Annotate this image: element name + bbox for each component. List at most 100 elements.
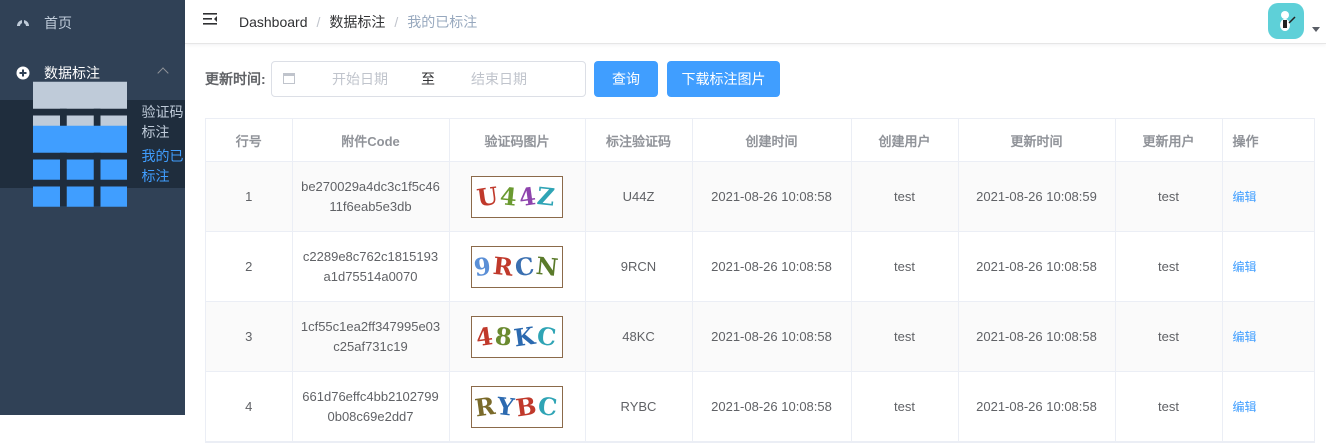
sidebar-item-label: 首页 [44,15,72,31]
table-header-row: 行号 附件Code 验证码图片 标注验证码 创建时间 创建用户 更新时间 更新用… [206,119,1315,162]
hamburger-icon[interactable] [203,12,217,26]
table-row: 2 c2289e8c762c1815193a1d75514a0070 9 R C N 9RC… [206,231,1315,302]
sidebar-item-label: 数据标注 [44,65,100,81]
updated-time-cell: 2021-08-26 10:08:58 [958,301,1116,372]
sidebar-item-my-annotations[interactable]: 我的已标注 [0,125,185,207]
captcha-image[interactable]: 9RCN [471,245,563,288]
column-header: 更新用户 [1115,119,1223,162]
end-date-input[interactable]: 结束日期 [471,69,527,89]
update-time-label: 更新时间: [205,71,266,87]
action-cell: 编辑 [1222,161,1315,232]
sidebar-item-label: 我的已标注 [141,148,184,184]
submenu: 验证码标注 我的已标注 [0,81,185,207]
download-images-button[interactable]: 下载标注图片 [667,61,780,97]
breadcrumb-item-data-annotation[interactable]: 数据标注 [329,14,385,30]
created-time-cell: 2021-08-26 10:08:58 [692,371,852,442]
captcha-glyph: U [475,180,502,212]
table-row: 4 661d76effc4bb21027990b08c69e2dd7 R Y B C RYB… [206,371,1315,442]
column-header: 验证码图片 [449,119,586,162]
updated-time-cell: 2021-08-26 10:08:59 [958,161,1116,232]
updater-cell: test [1115,371,1223,442]
captcha-glyph: K [511,320,539,352]
creator-cell: test [851,371,959,442]
breadcrumb-item-dashboard[interactable]: Dashboard [239,14,308,30]
annotation-table: 行号 附件Code 验证码图片 标注验证码 创建时间 创建用户 更新时间 更新用… [205,118,1315,443]
captcha-image-cell: RYBC [449,371,586,442]
main-content: Dashboard / 数据标注 / 我的已标注 更新时间: 开始日期 至 结束日期 查… [185,0,1326,443]
start-date-input[interactable]: 开始日期 [332,69,388,89]
captcha-glyph: 9 [472,250,495,282]
captcha-image-cell: 48KC [449,301,586,372]
captcha-glyph: Y [495,390,518,422]
edit-link[interactable]: 编辑 [1233,260,1257,274]
creator-cell: test [851,231,959,302]
breadcrumb: Dashboard / 数据标注 / 我的已标注 [239,12,477,32]
column-header: 操作 [1222,119,1315,162]
breadcrumb-item-current: 我的已标注 [407,14,478,30]
sidebar-item-home[interactable]: 首页 [0,0,185,46]
captcha-glyph: 8 [493,320,516,352]
captcha-image[interactable]: RYBC [471,385,563,428]
updated-time-cell: 2021-08-26 10:08:58 [958,371,1116,442]
captcha-glyph: C [536,390,561,422]
avatar-image [1280,11,1296,31]
attachment-code-cell: c2289e8c762c1815193a1d75514a0070 [292,231,450,302]
captcha-image[interactable]: U44Z [471,175,563,218]
row-number-cell: 2 [206,231,293,302]
sidebar-item-label: 验证码标注 [141,104,184,140]
column-header: 标注验证码 [585,119,693,162]
column-header: 更新时间 [958,119,1116,162]
captcha-glyph: N [534,250,562,282]
captcha-glyph: C [512,250,538,282]
edit-link[interactable]: 编辑 [1233,400,1257,414]
column-header: 创建时间 [692,119,852,162]
edit-link[interactable]: 编辑 [1233,190,1257,204]
action-cell: 编辑 [1222,301,1315,372]
attachment-code-cell: be270029a4dc3c1f5c4611f6eab5e3db [292,161,450,232]
chevron-up-icon [157,67,169,79]
query-button[interactable]: 查询 [594,61,658,97]
filter-bar: 更新时间: 开始日期 至 结束日期 [205,61,586,97]
captcha-glyph: R [491,250,517,282]
captcha-image-cell: U44Z [449,161,586,232]
range-separator: 至 [421,71,435,87]
created-time-cell: 2021-08-26 10:08:58 [692,301,852,372]
action-cell: 编辑 [1222,231,1315,302]
row-number-cell: 4 [206,371,293,442]
calendar-icon [283,73,295,84]
creator-cell: test [851,161,959,232]
created-time-cell: 2021-08-26 10:08:58 [692,231,852,302]
attachment-code-cell: 1cf55c1ea2ff347995e03c25af731c19 [292,301,450,372]
updater-cell: test [1115,301,1223,372]
column-header: 行号 [206,119,293,162]
sidebar-item-data-annotation[interactable]: 数据标注 [0,46,185,100]
updater-cell: test [1115,161,1223,232]
creator-cell: test [851,301,959,372]
breadcrumb-separator: / [316,14,321,30]
captcha-label-cell: RYBC [585,371,693,442]
dashboard-icon [17,20,29,26]
row-number-cell: 3 [206,301,293,372]
attachment-code-cell: 661d76effc4bb21027990b08c69e2dd7 [292,371,450,442]
captcha-glyph: Z [535,180,559,212]
plus-circle-icon [16,66,30,80]
navbar: Dashboard / 数据标注 / 我的已标注 [185,0,1326,44]
captcha-label-cell: 9RCN [585,231,693,302]
date-range-picker[interactable]: 开始日期 至 结束日期 [271,61,586,97]
captcha-label-cell: U44Z [585,161,693,232]
captcha-label-cell: 48KC [585,301,693,372]
action-cell: 编辑 [1222,371,1315,442]
table-row: 3 1cf55c1ea2ff347995e03c25af731c19 4 8 K C 48K… [206,301,1315,372]
edit-link[interactable]: 编辑 [1233,330,1257,344]
caret-down-icon[interactable] [1312,27,1320,32]
captcha-image[interactable]: 48KC [471,315,563,358]
column-header: 创建用户 [851,119,959,162]
captcha-glyph: C [535,320,560,352]
avatar[interactable] [1268,3,1304,39]
updater-cell: test [1115,231,1223,302]
breadcrumb-separator: / [394,14,399,30]
column-header: 附件Code [292,119,450,162]
captcha-image-cell: 9RCN [449,231,586,302]
created-time-cell: 2021-08-26 10:08:58 [692,161,852,232]
table-row: 1 be270029a4dc3c1f5c4611f6eab5e3db U 4 4 Z U44… [206,161,1315,232]
